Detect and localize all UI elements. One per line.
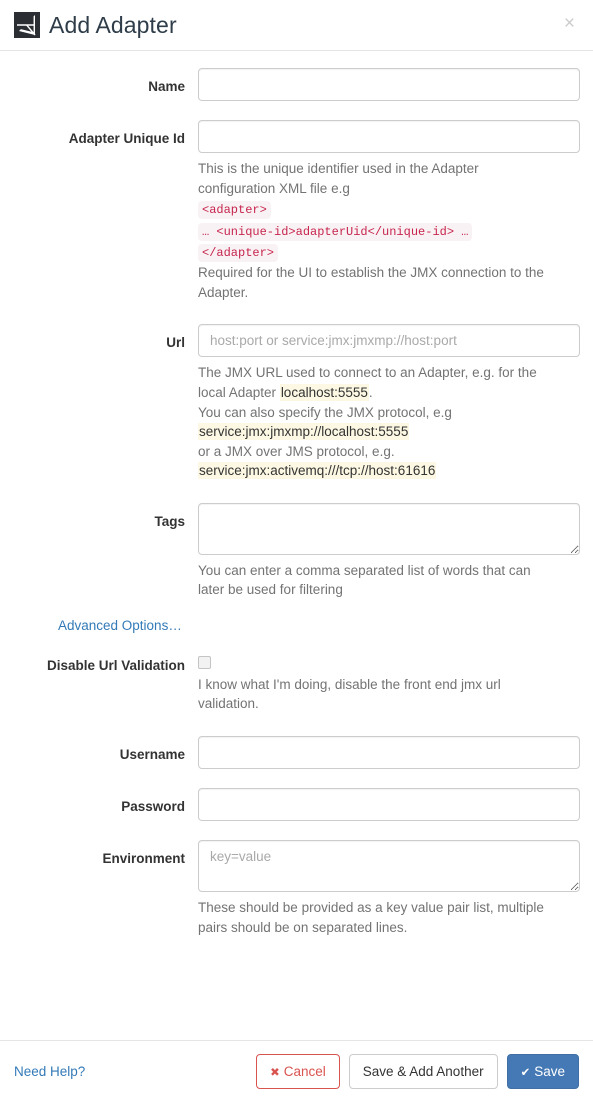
help-text-line: validation. (198, 696, 259, 712)
tags-label: Tags (154, 513, 185, 529)
help-text-line: You can also specify the JMX protocol, e… (198, 404, 452, 420)
save-and-add-another-button[interactable]: Save & Add Another (348, 1053, 498, 1090)
name-input[interactable] (198, 68, 580, 101)
adapter-unique-id-label: Adapter Unique Id (68, 131, 185, 146)
environment-textarea[interactable] (198, 840, 580, 893)
adapter-unique-id-input[interactable] (198, 120, 580, 153)
help-text-line: You can enter a comma separated list of … (198, 562, 531, 578)
disable-url-validation-help: I know what I'm doing, disable the front… (198, 675, 580, 714)
help-text-line: These should be provided as a key value … (198, 900, 544, 916)
cancel-button-label: Cancel (283, 1063, 326, 1079)
need-help-link[interactable]: Need Help? (14, 1064, 85, 1079)
environment-help: These should be provided as a key value … (198, 898, 580, 937)
password-label: Password (121, 799, 185, 815)
page-title: Add Adapter (49, 11, 177, 38)
username-input[interactable] (198, 736, 580, 770)
save-button-label: Save (534, 1063, 565, 1079)
modal-body: Name Adapter Unique Id This is the uniqu… (0, 51, 593, 1040)
username-label: Username (119, 747, 185, 763)
modal-header: Add Adapter × (0, 0, 593, 51)
environment-label: Environment (102, 851, 185, 867)
help-text-line: This is the unique identifier used in th… (198, 161, 479, 176)
name-label: Name (148, 79, 185, 94)
tags-textarea[interactable] (198, 502, 580, 555)
code-snippet-open-tag: <adapter> (198, 201, 271, 220)
help-text-line: Adapter. (198, 284, 249, 300)
help-text-line: The JMX URL used to connect to an Adapte… (198, 365, 537, 381)
help-text-line: or a JMX over JMS protocol, e.g. (198, 443, 395, 459)
disable-url-validation-label: Disable Url Validation (46, 657, 185, 673)
help-text-pre: local Adapter (198, 384, 280, 400)
help-text-line: pairs should be on separated lines. (198, 919, 408, 935)
url-label: Url (166, 335, 185, 351)
check-icon: ✔ (520, 1066, 531, 1079)
cancel-button[interactable]: ✖ Cancel (256, 1053, 340, 1090)
form-row-adapter-unique-id: Adapter Unique Id This is the unique ide… (13, 120, 580, 302)
code-snippet-close-tag: </adapter> (198, 243, 279, 262)
form-row-username: Username (13, 736, 580, 770)
advanced-options-row: Advanced Options… (13, 618, 580, 633)
password-input[interactable] (198, 788, 580, 822)
help-text-line: I know what I'm doing, disable the front… (198, 676, 501, 692)
help-text-line: later be used for filtering (198, 582, 343, 598)
url-help: The JMX URL used to connect to an Adapte… (198, 363, 580, 480)
help-text-line: configuration XML file e.g (198, 180, 350, 196)
form-row-tags: Tags You can enter a comma separated lis… (13, 502, 580, 600)
form-row-password: Password (13, 788, 580, 822)
help-text-line: Required for the UI to establish the JMX… (198, 265, 544, 281)
help-text-post: . (368, 384, 373, 400)
save-and-add-another-label: Save & Add Another (362, 1063, 484, 1079)
url-input[interactable] (198, 324, 580, 358)
adapter-logo-icon (14, 12, 40, 38)
close-icon[interactable]: × (560, 12, 579, 35)
disable-url-validation-checkbox[interactable] (198, 655, 211, 669)
mark-jmxmp-url: service:jmx:jmxmp://localhost:5555 (198, 423, 410, 441)
tags-help: You can enter a comma separated list of … (198, 561, 580, 600)
modal-footer: Need Help? ✖ Cancel Save & Add Another ✔ S… (0, 1040, 593, 1102)
adapter-unique-id-help: This is the unique identifier used in th… (198, 159, 580, 302)
form-row-environment: Environment These should be provided as … (13, 840, 580, 937)
add-adapter-modal: Add Adapter × Name Adapter Unique Id Thi… (0, 0, 593, 1102)
mark-activemq-url: service:jmx:activemq:///tcp://host:61616 (198, 462, 437, 480)
advanced-options-link[interactable]: Advanced Options… (58, 618, 182, 633)
cancel-x-icon: ✖ (270, 1066, 280, 1079)
help-text-line-localhost: local Adapter localhost:5555. (198, 383, 580, 403)
form-row-disable-url-validation: Disable Url Validation I know what I'm d… (13, 647, 580, 714)
mark-localhost: localhost:5555 (279, 383, 369, 401)
form-row-url: Url The JMX URL used to connect to an Ad… (13, 324, 580, 480)
code-snippet-unique-id: … <unique-id>adapterUid</unique-id> … (198, 222, 473, 241)
save-button[interactable]: ✔ Save (506, 1053, 579, 1090)
form-row-name: Name (13, 68, 580, 101)
